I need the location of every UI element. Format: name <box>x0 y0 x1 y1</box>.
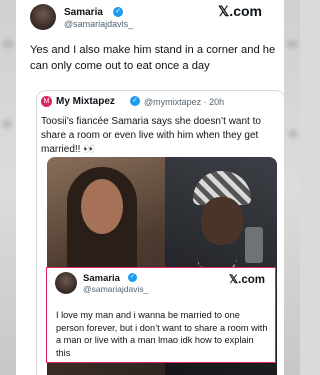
tweet-text: Yes and I also make him stand in a corne… <box>30 44 276 72</box>
avatar[interactable] <box>55 272 77 294</box>
user-handle[interactable]: @samariajdavis_ <box>64 19 133 29</box>
verified-icon: ✓ <box>113 7 123 17</box>
quoted-account-handle[interactable]: @mymixtapez · 20h <box>144 97 224 107</box>
background-blur-line <box>288 130 298 138</box>
tweet-header: Samaria ✓ @samariajdavis_ 𝕏.com <box>16 0 284 40</box>
man-face <box>201 197 243 245</box>
verified-icon: ✓ <box>128 273 137 282</box>
avatar[interactable] <box>30 4 56 30</box>
background-blur-line <box>2 40 14 48</box>
quoted-tweet-text: Toosii’s fiancée Samaria says she doesn’… <box>41 116 261 155</box>
brand-logo: 𝕏.com <box>218 3 262 19</box>
quoted-account-name[interactable]: My Mixtapez <box>56 96 115 107</box>
woman-face <box>81 179 123 234</box>
verified-icon: ✓ <box>130 96 140 106</box>
tweet-card: Samaria ✓ @samariajdavis_ 𝕏.com Yes and … <box>16 0 284 375</box>
user-name[interactable]: Samaria <box>64 7 103 18</box>
background-blur-line <box>2 120 12 128</box>
embedded-tweet-text: I love my man and i wanna be married to … <box>56 310 268 358</box>
embedded-user-name[interactable]: Samaria <box>83 273 120 284</box>
brand-logo: 𝕏.com <box>228 274 265 286</box>
embedded-user-handle[interactable]: @samariajdavis_ <box>83 284 148 294</box>
embedded-tweet[interactable]: Samaria ✓ @samariajdavis_ 𝕏.com I love m… <box>46 267 276 363</box>
quoted-tweet-header: M My Mixtapez ✓ @mymixtapez · 20h <box>37 91 284 113</box>
background-blur-line <box>286 40 298 48</box>
mixtapez-logo-icon: M <box>41 96 52 107</box>
phone <box>245 227 263 263</box>
